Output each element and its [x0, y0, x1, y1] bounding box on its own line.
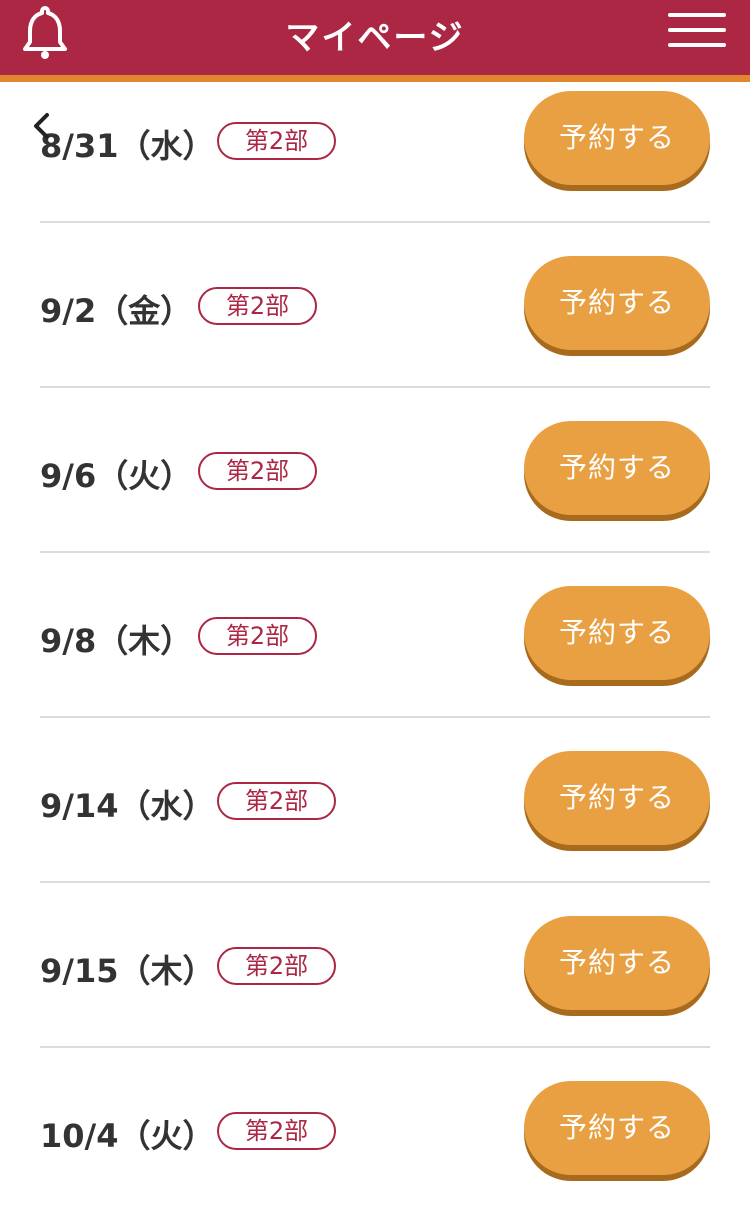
reserve-button[interactable]: 予約する — [524, 751, 710, 845]
date-label: 10/4（火） — [40, 1117, 215, 1155]
date-label: 9/2（金） — [40, 292, 193, 330]
date-label: 8/31（水） — [40, 127, 215, 165]
list-item: 9/2（金） 第2部 予約する — [40, 223, 710, 388]
reserve-button[interactable]: 予約する — [524, 916, 710, 1010]
session-badge: 第2部 — [217, 122, 336, 160]
chevron-left-icon[interactable] — [28, 112, 56, 140]
session-badge: 第2部 — [217, 1112, 336, 1150]
date-label: 9/14（水） — [40, 787, 215, 825]
session-badge: 第2部 — [198, 617, 317, 655]
hamburger-menu-icon[interactable] — [668, 13, 728, 49]
date-label: 9/8（木） — [40, 622, 193, 660]
reserve-button[interactable]: 予約する — [524, 91, 710, 185]
list-item: 9/6（火） 第2部 予約する — [40, 388, 710, 553]
date-label: 9/6（火） — [40, 457, 193, 495]
reserve-button[interactable]: 予約する — [524, 586, 710, 680]
list-item: 9/15（木） 第2部 予約する — [40, 883, 710, 1048]
list-item: 9/8（木） 第2部 予約する — [40, 553, 710, 718]
list-item: 9/14（水） 第2部 予約する — [40, 718, 710, 883]
date-label: 9/15（木） — [40, 952, 215, 990]
reserve-button[interactable]: 予約する — [524, 421, 710, 515]
session-badge: 第2部 — [217, 947, 336, 985]
session-badge: 第2部 — [217, 782, 336, 820]
list-item: 10/4（火） 第2部 予約する — [40, 1048, 710, 1211]
list-item: 8/31（水） 第2部 予約する — [40, 58, 710, 223]
page-title: マイページ — [285, 18, 465, 58]
reserve-button[interactable]: 予約する — [524, 1081, 710, 1175]
reserve-button[interactable]: 予約する — [524, 256, 710, 350]
session-badge: 第2部 — [198, 452, 317, 490]
session-badge: 第2部 — [198, 287, 317, 325]
schedule-list: 8/31（水） 第2部 予約する 9/2（金） 第2部 予約する 9/6（火） … — [40, 58, 710, 1211]
